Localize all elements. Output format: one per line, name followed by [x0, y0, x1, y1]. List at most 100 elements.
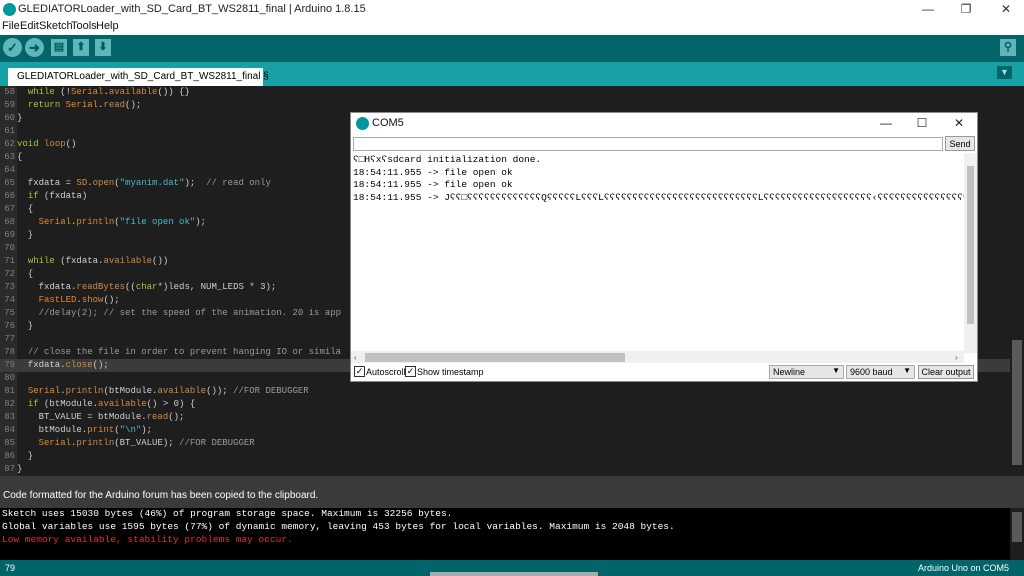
scroll-left-arrow-icon[interactable]: ‹	[354, 353, 357, 362]
code-text: }	[17, 113, 23, 123]
code-text: // close the file in order to prevent ha…	[27, 347, 342, 357]
console-line: Global variables use 1595 bytes (77%) of…	[2, 521, 675, 532]
send-button[interactable]: Send	[945, 136, 975, 151]
line-number: 83	[4, 412, 15, 422]
code-line[interactable]: 86 }	[0, 450, 1010, 463]
timestamp-label: Show timestamp	[417, 367, 484, 377]
line-number: 82	[4, 399, 15, 409]
code-line[interactable]: 84 btModule.print("\n");	[0, 424, 1010, 437]
serial-maximize-button[interactable]: ☐	[903, 113, 941, 134]
serial-monitor-titlebar: COM5 — ☐ ✕	[351, 113, 977, 134]
autoscroll-label: Autoscroll	[366, 367, 406, 377]
serial-minimize-button[interactable]: —	[867, 113, 905, 134]
code-text: }	[17, 451, 34, 461]
code-line[interactable]: 81 Serial.println(btModule.available());…	[0, 385, 1010, 398]
chevron-down-icon: ▼	[903, 366, 911, 375]
line-number: 80	[4, 373, 15, 383]
menu-edit[interactable]: Edit	[20, 20, 39, 32]
code-line[interactable]: 58 while (!Serial.available()) {}	[0, 86, 1010, 99]
console-line: Sketch uses 15030 bytes (46%) of program…	[2, 508, 453, 519]
tab-menu-chevron-down-icon[interactable]: ▼	[997, 66, 1012, 79]
console-scroll-thumb[interactable]	[1012, 512, 1022, 542]
code-text: Serial.println("file open ok");	[38, 217, 207, 227]
line-number: 66	[4, 191, 15, 201]
serial-horizontal-scroll-thumb[interactable]	[365, 353, 625, 362]
line-number: 63	[4, 152, 15, 162]
baud-rate-select[interactable]: 9600 baud ▼	[846, 365, 915, 379]
magnifier-icon[interactable]: ⚲	[1000, 39, 1016, 56]
line-number: 87	[4, 464, 15, 474]
status-message: Code formatted for the Arduino forum has…	[3, 490, 319, 501]
toolbar: ✓ ➜ ▤ ⬆ ⬇ ⚲	[0, 35, 1024, 62]
arduino-logo-icon	[3, 3, 16, 16]
line-number: 71	[4, 256, 15, 266]
code-text: fxdata.close();	[17, 360, 109, 370]
autoscroll-checkbox[interactable]: ✓	[354, 366, 365, 377]
window-title: GLEDIATORLoader_with_SD_Card_BT_WS2811_f…	[18, 3, 366, 15]
serial-bottom-bar: ✓ Autoscroll ✓ Show timestamp Newline ▼ …	[351, 363, 977, 381]
code-text: BT_VALUE = btModule.read();	[17, 412, 185, 422]
code-text: void loop()	[17, 139, 77, 149]
line-number: 73	[4, 282, 15, 292]
save-arrow-down-icon[interactable]: ⬇	[95, 39, 111, 56]
code-text: {	[17, 152, 23, 162]
check-icon[interactable]: ✓	[3, 38, 22, 57]
menu-tools[interactable]: Tools	[71, 20, 97, 32]
serial-close-button[interactable]: ✕	[940, 113, 978, 134]
minimize-button[interactable]: —	[912, 0, 944, 19]
arduino-logo-icon	[356, 117, 369, 130]
serial-output-line: ʕ□Hʕxʕsdcard initialization done.	[353, 154, 542, 165]
serial-output-line: 18:54:11.955 -> file open ok	[353, 166, 513, 178]
line-number: 75	[4, 308, 15, 318]
code-text: FastLED.show();	[38, 295, 120, 305]
serial-output-line: 18:54:11.955 -> Jʕʕ□ʕʕʕʕʕʕʕʕʕʕʕʕʕQʕʕʕʕʕL…	[353, 191, 964, 203]
board-port-indicator: Arduino Uno on COM5	[917, 563, 1009, 573]
line-number: 81	[4, 386, 15, 396]
code-line[interactable]: 83 BT_VALUE = btModule.read();	[0, 411, 1010, 424]
close-button[interactable]: ✕	[990, 0, 1022, 19]
code-line[interactable]: 82 if (btModule.available() > 0) {	[0, 398, 1010, 411]
code-text: }	[17, 464, 23, 474]
menu-sketch[interactable]: Sketch	[39, 20, 73, 32]
serial-input-field[interactable]	[353, 137, 943, 151]
code-text: }	[17, 230, 34, 240]
serial-output-line: 18:54:11.955 -> file open ok	[353, 179, 513, 190]
code-text: {	[17, 269, 34, 279]
code-text: }	[17, 321, 34, 331]
resize-grip[interactable]	[430, 572, 598, 576]
tab-bar: GLEDIATORLoader_with_SD_Card_BT_WS2811_f…	[0, 62, 1024, 86]
menu-help[interactable]: Help	[96, 20, 119, 32]
serial-output: ʕ□Hʕxʕsdcard initialization done. 18:54:…	[351, 153, 964, 350]
maximize-button[interactable]: ❐	[950, 0, 982, 19]
code-line[interactable]: 59 return Serial.read();	[0, 99, 1010, 112]
line-number: 77	[4, 334, 15, 344]
code-line[interactable]: 85 Serial.println(BT_VALUE); //FOR DEBUG…	[0, 437, 1010, 450]
line-number: 70	[4, 243, 15, 253]
code-text: return Serial.read();	[27, 100, 142, 110]
code-line[interactable]: 87}	[0, 463, 1010, 476]
scroll-right-arrow-icon[interactable]: ›	[955, 353, 958, 362]
serial-vertical-scroll-thumb[interactable]	[967, 166, 974, 324]
editor-scroll-thumb[interactable]	[1012, 340, 1022, 465]
timestamp-checkbox[interactable]: ✓	[405, 366, 416, 377]
tab-sketch[interactable]: GLEDIATORLoader_with_SD_Card_BT_WS2811_f…	[8, 68, 269, 86]
line-number: 64	[4, 165, 15, 175]
open-arrow-up-icon[interactable]: ⬆	[73, 39, 89, 56]
code-text: if (btModule.available() > 0) {	[27, 399, 196, 409]
line-number: 78	[4, 347, 15, 357]
line-number: 61	[4, 126, 15, 136]
arrow-right-icon[interactable]: ➜	[25, 38, 44, 57]
line-number: 84	[4, 425, 15, 435]
line-ending-select[interactable]: Newline ▼	[769, 365, 844, 379]
menu-file[interactable]: File	[2, 20, 20, 32]
line-number: 59	[4, 100, 15, 110]
code-text: while (fxdata.available())	[27, 256, 169, 266]
new-file-icon[interactable]: ▤	[51, 39, 67, 56]
console-warning: Low memory available, stability problems…	[2, 534, 293, 545]
code-text: fxdata = SD.open("myanim.dat"); // read …	[17, 178, 271, 188]
line-number: 85	[4, 438, 15, 448]
code-text: //delay(2); // set the speed of the anim…	[38, 308, 342, 318]
code-text: btModule.print("\n");	[17, 425, 153, 435]
clear-output-button[interactable]: Clear output	[918, 365, 974, 379]
window-titlebar: GLEDIATORLoader_with_SD_Card_BT_WS2811_f…	[0, 0, 1024, 19]
